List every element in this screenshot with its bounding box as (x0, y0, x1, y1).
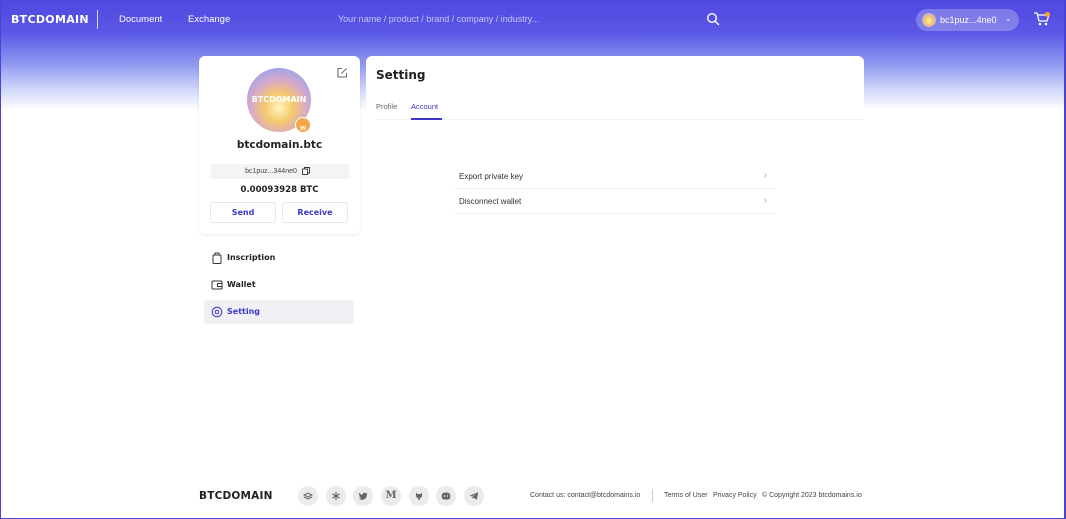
footer-logo: BTCDOMAIN (199, 490, 273, 502)
active-tab-indicator (411, 118, 442, 120)
wallet-address: bc1puz...344ne0 (245, 168, 297, 175)
search-input[interactable] (338, 10, 668, 28)
tab-profile[interactable]: Profile (376, 102, 397, 111)
discord-icon[interactable] (436, 486, 456, 506)
export-private-key-row[interactable]: Export private key › (454, 164, 776, 189)
inscription-icon (212, 252, 222, 264)
wallet-address-label: bc1puz...4ne0 (940, 15, 997, 25)
twitter-icon[interactable] (353, 486, 373, 506)
nav-link-document[interactable]: Document (119, 14, 162, 25)
linktree-icon[interactable] (326, 486, 346, 506)
gitbook-icon[interactable] (298, 486, 318, 506)
page-title: Setting (376, 68, 426, 82)
copy-icon[interactable] (302, 167, 310, 175)
edit-profile-icon[interactable] (336, 67, 348, 79)
top-navigation-bar: BTCDOMAIN Document Exchange bc1puz...4ne… (0, 0, 1066, 40)
tabs-divider (376, 119, 864, 120)
menu-label-inscription: Inscription (227, 253, 276, 262)
menu-item-setting[interactable]: Setting (204, 300, 354, 324)
domain-name: btcdomain.btc (236, 139, 323, 151)
btc-balance: 0.00093928 BTC (240, 185, 319, 195)
menu-label-setting: Setting (227, 307, 260, 316)
chevron-right-icon: › (763, 170, 767, 181)
nav-link-exchange[interactable]: Exchange (188, 14, 230, 25)
export-private-key-label: Export private key (459, 172, 524, 181)
cart-notification-dot (1045, 12, 1050, 17)
header-divider (97, 10, 98, 29)
chevron-right-icon: › (763, 195, 767, 206)
telegram-icon[interactable] (464, 486, 484, 506)
menu-item-wallet[interactable]: Wallet (204, 273, 354, 297)
setting-icon (211, 306, 223, 318)
send-button[interactable]: Send (210, 202, 276, 223)
privacy-link[interactable]: Privacy Policy (713, 492, 757, 499)
brand-logo[interactable]: BTCDOMAIN (11, 13, 89, 26)
copyright: © Copyright 2023 btcdomains.io (762, 492, 862, 499)
wallet-avatar (922, 13, 936, 27)
receive-button[interactable]: Receive (282, 202, 348, 223)
disconnect-wallet-row[interactable]: Disconnect wallet › (454, 189, 776, 214)
github-icon[interactable] (409, 486, 429, 506)
medium-icon[interactable]: M (381, 486, 401, 506)
wallet-icon (211, 280, 223, 290)
search-icon[interactable] (706, 12, 720, 26)
tab-account[interactable]: Account (411, 102, 438, 111)
level-badge-text: 99 (299, 126, 307, 132)
terms-link[interactable]: Terms of User (664, 492, 708, 499)
wallet-address-dropdown[interactable]: bc1puz...4ne0 ⌄ (916, 9, 1019, 31)
contact-email[interactable]: Contact us: contact@btcdomains.io (530, 492, 640, 499)
menu-label-wallet: Wallet (227, 280, 256, 289)
avatar-logo-text: BTCDOMAIN (251, 95, 307, 104)
footer-divider (652, 489, 653, 502)
settings-panel (366, 56, 864, 120)
chevron-down-icon: ⌄ (1005, 14, 1012, 23)
disconnect-wallet-label: Disconnect wallet (459, 197, 522, 206)
menu-item-inscription[interactable]: Inscription (204, 246, 354, 270)
